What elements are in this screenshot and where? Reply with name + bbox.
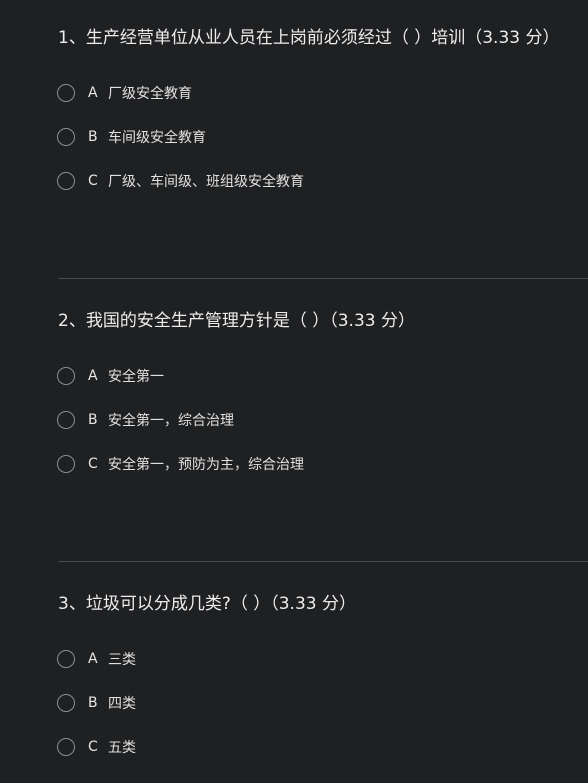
option-text: 安全第一	[108, 369, 164, 385]
radio-button[interactable]	[57, 411, 75, 429]
question-title: 2、我国的安全生产管理方针是（ ）（3.33 分）	[58, 311, 415, 331]
option-letter: C	[88, 456, 98, 472]
quiz-page: 1、生产经营单位从业人员在上岗前必须经过（ ）培训（3.33 分） A 厂级安全…	[0, 0, 588, 783]
option-text: 安全第一，预防为主，综合治理	[108, 457, 304, 473]
radio-button[interactable]	[57, 84, 75, 102]
option-text: 三类	[108, 652, 136, 668]
option-a[interactable]: A 厂级安全教育	[57, 81, 192, 105]
option-text: 五类	[108, 740, 136, 756]
option-letter: A	[88, 85, 98, 101]
question-divider	[58, 278, 588, 279]
option-a[interactable]: A 三类	[57, 647, 136, 671]
option-letter: B	[88, 695, 98, 711]
option-b[interactable]: B 安全第一，综合治理	[57, 408, 234, 432]
option-letter: B	[88, 412, 98, 428]
question-2: 2、我国的安全生产管理方针是（ ）（3.33 分） A 安全第一 B 安全第一，…	[0, 283, 588, 563]
option-text: 厂级、车间级、班组级安全教育	[108, 174, 304, 190]
question-divider	[58, 561, 588, 562]
option-b[interactable]: B 四类	[57, 691, 136, 715]
question-3: 3、垃圾可以分成几类?（ ）（3.33 分） A 三类 B 四类 C 五类	[0, 566, 588, 783]
radio-button[interactable]	[57, 738, 75, 756]
radio-button[interactable]	[57, 650, 75, 668]
option-b[interactable]: B 车间级安全教育	[57, 125, 206, 149]
option-c[interactable]: C 安全第一，预防为主，综合治理	[57, 452, 304, 476]
option-letter: B	[88, 129, 98, 145]
option-text: 车间级安全教育	[108, 130, 206, 146]
question-title: 3、垃圾可以分成几类?（ ）（3.33 分）	[58, 594, 356, 614]
option-letter: C	[88, 739, 98, 755]
option-letter: A	[88, 368, 98, 384]
option-text: 四类	[108, 696, 136, 712]
option-c[interactable]: C 厂级、车间级、班组级安全教育	[57, 169, 304, 193]
option-text: 厂级安全教育	[108, 86, 192, 102]
option-text: 安全第一，综合治理	[108, 413, 234, 429]
option-letter: C	[88, 173, 98, 189]
radio-button[interactable]	[57, 694, 75, 712]
radio-button[interactable]	[57, 172, 75, 190]
question-title: 1、生产经营单位从业人员在上岗前必须经过（ ）培训（3.33 分）	[58, 28, 560, 48]
option-c[interactable]: C 五类	[57, 735, 136, 759]
radio-button[interactable]	[57, 455, 75, 473]
question-1: 1、生产经营单位从业人员在上岗前必须经过（ ）培训（3.33 分） A 厂级安全…	[0, 0, 588, 280]
radio-button[interactable]	[57, 367, 75, 385]
option-letter: A	[88, 651, 98, 667]
option-a[interactable]: A 安全第一	[57, 364, 164, 388]
radio-button[interactable]	[57, 128, 75, 146]
